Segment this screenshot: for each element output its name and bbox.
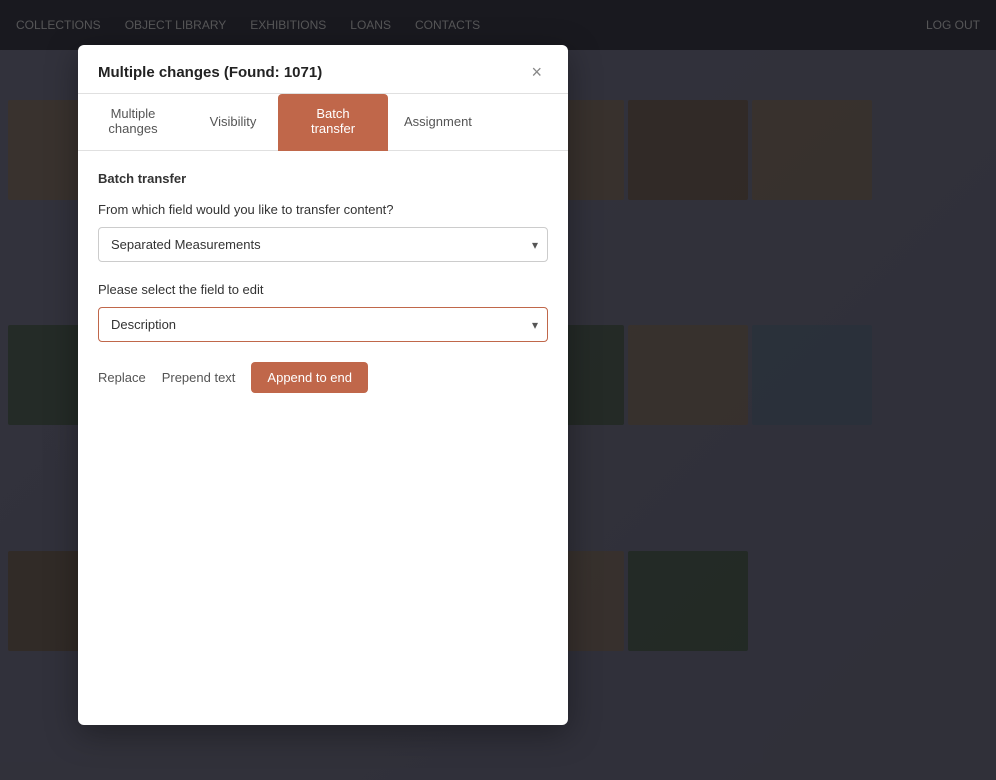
modal-backdrop: Multiple changes (Found: 1071) × Multipl… xyxy=(0,0,996,780)
modal-body: Batch transfer From which field would yo… xyxy=(78,151,568,725)
action-buttons-row: Replace Prepend text Append to end xyxy=(98,362,548,393)
tab-visibility[interactable]: Visibility xyxy=(188,94,278,151)
from-field-select[interactable]: Separated Measurements Dimensions Title … xyxy=(98,227,548,262)
to-field-select-wrapper: Description Title Notes Dimensions Mater… xyxy=(98,307,548,342)
replace-button[interactable]: Replace xyxy=(98,366,146,389)
modal-title: Multiple changes (Found: 1071) xyxy=(98,64,322,81)
modal-tabs: Multiple changes Visibility Batch transf… xyxy=(78,94,568,151)
tab-batch-transfer[interactable]: Batch transfer xyxy=(278,94,388,151)
modal-header: Multiple changes (Found: 1071) × xyxy=(78,45,568,94)
append-to-end-button[interactable]: Append to end xyxy=(251,362,368,393)
to-field-label: Please select the field to edit xyxy=(98,282,548,297)
prepend-text-button[interactable]: Prepend text xyxy=(162,366,236,389)
to-field-select[interactable]: Description Title Notes Dimensions Mater… xyxy=(98,307,548,342)
section-title: Batch transfer xyxy=(98,171,548,186)
from-field-label: From which field would you like to trans… xyxy=(98,202,548,217)
tab-assignment[interactable]: Assignment xyxy=(388,94,488,151)
modal-dialog: Multiple changes (Found: 1071) × Multipl… xyxy=(78,45,568,725)
tab-multiple-changes[interactable]: Multiple changes xyxy=(78,94,188,151)
from-field-select-wrapper: Separated Measurements Dimensions Title … xyxy=(98,227,548,262)
modal-close-button[interactable]: × xyxy=(525,61,548,83)
